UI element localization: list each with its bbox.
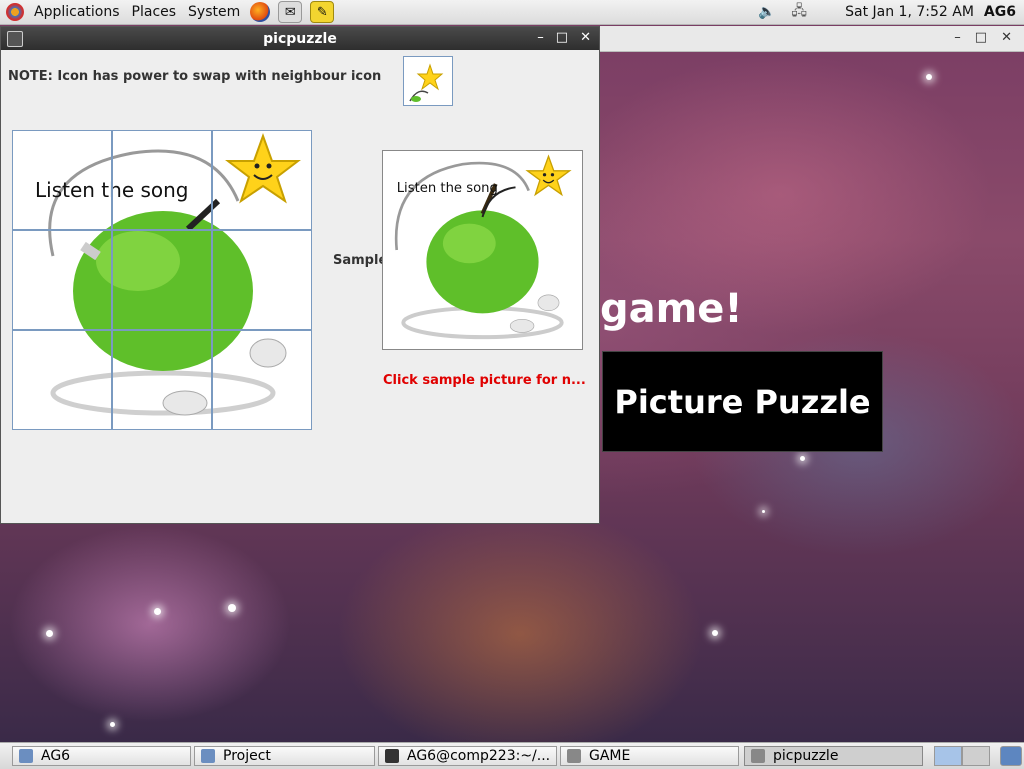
workspace-switcher-2[interactable]: [962, 746, 990, 766]
tile-image: Listen the song: [213, 131, 311, 229]
taskbar-item-terminal[interactable]: AG6@comp223:~/...: [378, 746, 557, 766]
picture-puzzle-button[interactable]: Picture Puzzle: [602, 351, 883, 452]
star-decoration: [762, 510, 765, 513]
puzzle-tile[interactable]: Listen the song: [112, 230, 212, 330]
taskbar-item-ag6[interactable]: AG6: [12, 746, 191, 766]
taskbar-item-game[interactable]: GAME: [560, 746, 739, 766]
star-decoration: [800, 456, 805, 461]
bottom-taskbar: AG6 Project AG6@comp223:~/... GAME picpu…: [0, 742, 1024, 769]
window-titlebar[interactable]: picpuzzle – □ ✕: [1, 27, 599, 50]
puzzle-grid: Listen the song Listen the song: [12, 130, 312, 430]
window-title: picpuzzle: [263, 30, 337, 47]
note-text: NOTE: Icon has power to swap with neighb…: [8, 69, 382, 84]
puzzle-tile[interactable]: Listen the song: [212, 230, 312, 330]
java-app-icon: [567, 749, 581, 763]
picpuzzle-window: picpuzzle – □ ✕ NOTE: Icon has power to …: [0, 26, 600, 524]
taskbar-item-picpuzzle[interactable]: picpuzzle: [744, 746, 923, 766]
network-icon[interactable]: 🖧: [789, 3, 809, 21]
folder-icon: [201, 749, 215, 763]
star-decoration: [46, 630, 53, 637]
puzzle-tile[interactable]: Listen the song: [12, 230, 112, 330]
svg-text:Listen the song: Listen the song: [35, 178, 112, 202]
user-name[interactable]: AG6: [984, 4, 1016, 20]
puzzle-tile[interactable]: Listen the song: [12, 330, 112, 430]
volume-icon[interactable]: 🔈: [757, 3, 777, 21]
puzzle-tile[interactable]: Listen the song: [212, 330, 312, 430]
sample-picture[interactable]: Listen the song: [382, 150, 583, 350]
java-app-icon: [751, 749, 765, 763]
icon-thumbnail[interactable]: [403, 56, 453, 106]
taskbar-item-project[interactable]: Project: [194, 746, 375, 766]
sample-label: Sample: [333, 253, 388, 268]
folder-home-icon: [19, 749, 33, 763]
window-content: NOTE: Icon has power to swap with neighb…: [1, 50, 599, 523]
tile-image: Listen the song: [113, 331, 211, 429]
maximize-icon[interactable]: □: [975, 30, 987, 45]
menu-applications[interactable]: Applications: [28, 0, 126, 24]
star-decoration: [154, 608, 161, 615]
click-sample-instruction: Click sample picture for n...: [383, 373, 586, 388]
star-decoration: [110, 722, 115, 727]
game-heading: game!: [600, 286, 743, 332]
clock[interactable]: Sat Jan 1, 7:52 AM: [845, 4, 974, 20]
tile-image: Listen the song: [213, 231, 311, 329]
star-thumbnail-icon: [409, 63, 444, 102]
firefox-icon[interactable]: [250, 2, 271, 22]
sample-caption: Listen the song: [397, 181, 498, 196]
puzzle-tile[interactable]: Listen the song: [112, 130, 212, 230]
tile-image: Listen the song: [13, 131, 112, 229]
applications-logo-icon: [6, 3, 24, 21]
close-icon[interactable]: ✕: [1001, 30, 1012, 45]
tile-image: Listen the song: [213, 331, 311, 429]
tile-image: Listen the song: [13, 331, 111, 429]
minimize-icon[interactable]: –: [954, 30, 961, 45]
puzzle-tile[interactable]: Listen the song: [212, 130, 312, 230]
tile-image: Listen the song: [13, 231, 111, 329]
star-decoration: [712, 630, 718, 636]
apple-headphones-image: Listen the song: [383, 151, 582, 349]
mail-icon[interactable]: ✉: [278, 1, 303, 23]
system-tray: 🔈 🖧 Sat Jan 1, 7:52 AM AG6: [751, 0, 1024, 24]
top-panel: Applications Places System ✉ ✎ 🔈 🖧 Sat J…: [0, 0, 1024, 25]
menu-system[interactable]: System: [182, 0, 246, 24]
menu-places[interactable]: Places: [126, 0, 183, 24]
trash-icon[interactable]: [1000, 746, 1022, 766]
puzzle-tile[interactable]: Listen the song: [12, 130, 112, 230]
svg-text:Listen the song: Listen the song: [113, 178, 189, 202]
maximize-icon[interactable]: □: [556, 30, 568, 45]
star-decoration: [228, 604, 236, 612]
picture-puzzle-label: Picture Puzzle: [614, 382, 871, 421]
tile-image: Listen the song: [113, 131, 211, 229]
star-decoration: [926, 74, 932, 80]
terminal-icon: [385, 749, 399, 763]
note-editor-icon[interactable]: ✎: [310, 1, 335, 23]
close-icon[interactable]: ✕: [580, 30, 591, 45]
tile-image: Listen the song: [113, 231, 211, 329]
workspace-switcher-1[interactable]: [934, 746, 962, 766]
background-window-controls: – □ ✕: [954, 30, 1012, 45]
minimize-icon[interactable]: –: [537, 30, 544, 45]
puzzle-tile[interactable]: Listen the song: [112, 330, 212, 430]
